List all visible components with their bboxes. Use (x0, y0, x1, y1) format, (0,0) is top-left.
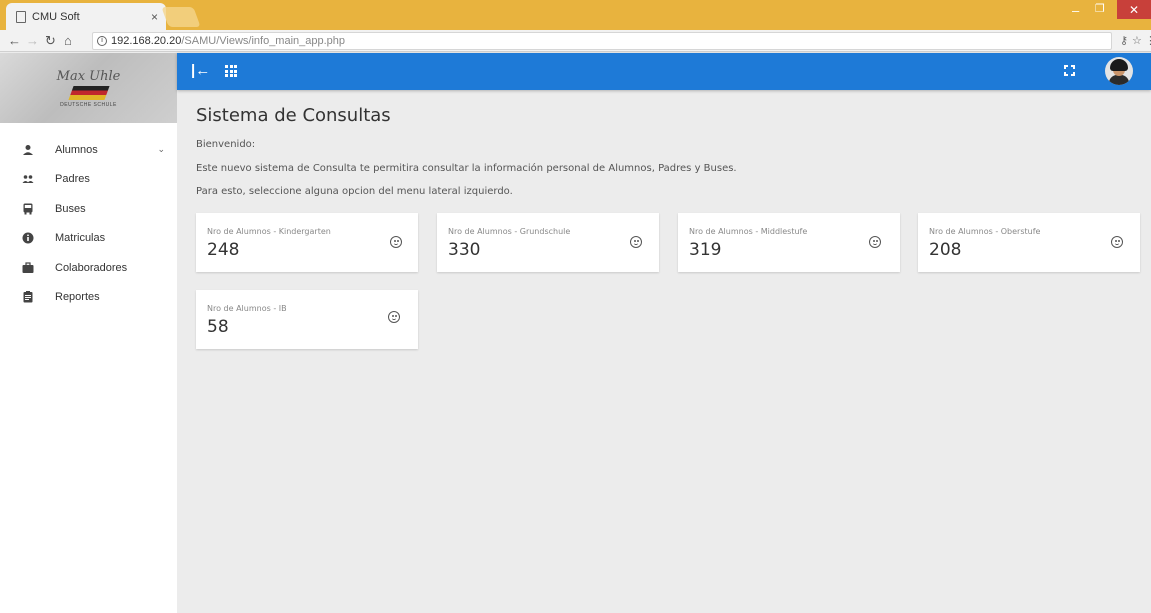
stat-card-value: 248 (207, 240, 240, 260)
smile-icon (869, 236, 881, 248)
child-icon (388, 311, 400, 323)
menu-dots-icon[interactable]: ⋮ (1145, 34, 1151, 47)
main-content: Sistema de Consultas Bienvenido: Este nu… (196, 105, 1136, 197)
sidebar-item-colaboradores[interactable]: Colaboradores (0, 253, 177, 283)
stat-card-label: Nro de Alumnos - Middlestufe (689, 227, 808, 236)
site-info-icon[interactable]: i (97, 36, 107, 46)
bus-icon (22, 203, 34, 215)
url-field[interactable]: i 192.168.20.20/SAMU/Views/info_main_app… (92, 32, 1112, 50)
welcome-text: Bienvenido: (196, 139, 256, 150)
stat-card-kindergarten: Nro de Alumnos - Kindergarten 248 (196, 213, 418, 272)
restore-icon[interactable]: ❐ (1095, 2, 1105, 15)
document-icon (16, 10, 26, 23)
people-icon (22, 173, 34, 185)
sidebar-item-label: Colaboradores (55, 261, 128, 274)
face-icon (630, 236, 642, 248)
stat-card-middlestufe: Nro de Alumnos - Middlestufe 319 (678, 213, 900, 272)
stat-card-label: Nro de Alumnos - Kindergarten (207, 227, 331, 236)
address-bar: ← → ↻ ⌂ i 192.168.20.20/SAMU/Views/info_… (0, 30, 1151, 52)
avatar[interactable] (1105, 57, 1133, 85)
face-icon (390, 236, 402, 248)
clipboard-icon (22, 291, 34, 303)
stat-card-label: Nro de Alumnos - Grundschule (448, 227, 571, 236)
sidebar-item-label: Reportes (55, 291, 100, 304)
minimize-icon[interactable]: – (1072, 3, 1079, 18)
stat-card-value: 319 (689, 240, 722, 260)
sidebar-item-label: Alumnos (55, 143, 98, 156)
fullscreen-icon[interactable] (1063, 64, 1076, 77)
instruction-text: Para esto, seleccione alguna opcion del … (196, 186, 513, 197)
avatar-body (1109, 75, 1129, 85)
sidebar-item-label: Matriculas (55, 232, 106, 245)
sidebar-item-reportes[interactable]: Reportes (0, 283, 177, 313)
reload-icon[interactable]: ↻ (45, 33, 56, 49)
sidebar-item-matriculas[interactable]: Matriculas (0, 224, 177, 254)
sidebar-menu: Alumnos ⌄ Padres Buses Matriculas Colabo… (0, 135, 177, 312)
tab-close-icon[interactable]: × (151, 10, 158, 24)
back-arrow-icon[interactable]: ← (8, 33, 21, 48)
window-close-icon[interactable]: ✕ (1117, 0, 1151, 19)
sidebar-item-padres[interactable]: Padres (0, 165, 177, 195)
stat-card-value: 330 (448, 240, 481, 260)
logo-text: Max Uhle (56, 68, 121, 84)
browser-tab-strip: CMU Soft × – ❐ ✕ (0, 0, 1151, 30)
apps-grid-icon[interactable] (225, 65, 237, 77)
sidebar-item-label: Padres (55, 173, 90, 186)
school-logo: Max Uhle DEUTSCHE SCHULE (0, 53, 177, 123)
key-icon[interactable]: ⚷ (1120, 34, 1128, 47)
stat-card-value: 208 (929, 240, 962, 260)
url-path: /SAMU/Views/info_main_app.php (181, 35, 346, 47)
info-icon (22, 232, 34, 244)
stat-card-oberstufe: Nro de Alumnos - Oberstufe 208 (918, 213, 1140, 272)
url-host: 192.168.20.20 (111, 35, 182, 47)
person-icon (22, 144, 34, 156)
home-icon[interactable]: ⌂ (64, 33, 72, 48)
stat-card-grundschule: Nro de Alumnos - Grundschule 330 (437, 213, 659, 272)
browser-tab[interactable]: CMU Soft × (6, 3, 166, 30)
chevron-down-icon[interactable]: ⌄ (157, 144, 165, 155)
collapse-sidebar-icon[interactable]: |← (191, 62, 210, 79)
stat-card-ib: Nro de Alumnos - IB 58 (196, 290, 418, 349)
briefcase-icon (22, 262, 34, 274)
sidebar-item-buses[interactable]: Buses (0, 194, 177, 224)
avatar-hair (1110, 59, 1128, 71)
star-icon[interactable]: ☆ (1132, 34, 1142, 47)
sidebar-item-alumnos[interactable]: Alumnos ⌄ (0, 135, 177, 165)
forward-arrow-icon[interactable]: → (26, 33, 39, 48)
tab-title: CMU Soft (32, 10, 80, 23)
page-title: Sistema de Consultas (196, 105, 391, 126)
new-tab-button[interactable] (161, 7, 201, 27)
app-top-bar: |← (177, 53, 1151, 90)
stat-card-label: Nro de Alumnos - Oberstufe (929, 227, 1041, 236)
sidebar: Max Uhle DEUTSCHE SCHULE Alumnos ⌄ Padre… (0, 53, 177, 613)
stat-card-label: Nro de Alumnos - IB (207, 304, 287, 313)
description-text: Este nuevo sistema de Consulta te permit… (196, 163, 737, 174)
flag-emblem (67, 85, 110, 100)
sidebar-item-label: Buses (55, 202, 86, 215)
logo-subtext: DEUTSCHE SCHULE (60, 101, 117, 108)
stat-card-value: 58 (207, 317, 229, 337)
smile-icon (1111, 236, 1123, 248)
